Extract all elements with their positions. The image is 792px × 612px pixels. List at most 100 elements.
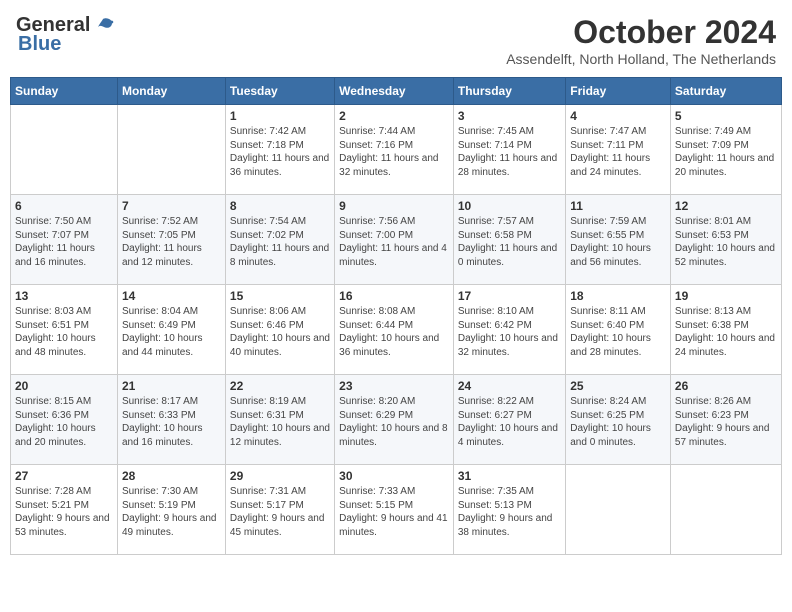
- day-info: Sunrise: 8:06 AMSunset: 6:46 PMDaylight:…: [230, 305, 330, 359]
- daylight-text: Daylight: 11 hours and 28 minutes.: [458, 152, 561, 179]
- sunrise-text: Sunrise: 7:49 AM: [675, 125, 777, 139]
- day-info: Sunrise: 8:20 AMSunset: 6:29 PMDaylight:…: [339, 395, 449, 449]
- daylight-text: Daylight: 9 hours and 57 minutes.: [675, 422, 777, 449]
- calendar-cell: 28 Sunrise: 7:30 AMSunset: 5:19 PMDayligh…: [117, 465, 225, 555]
- sunrise-text: Sunrise: 8:01 AM: [675, 215, 777, 229]
- day-info: Sunrise: 7:52 AMSunset: 7:05 PMDaylight:…: [122, 215, 221, 269]
- sunrise-text: Sunrise: 7:45 AM: [458, 125, 561, 139]
- day-header-friday: Friday: [566, 78, 671, 105]
- sunset-text: Sunset: 7:07 PM: [15, 229, 113, 243]
- day-info: Sunrise: 7:35 AMSunset: 5:13 PMDaylight:…: [458, 485, 561, 539]
- daylight-text: Daylight: 10 hours and 0 minutes.: [570, 422, 666, 449]
- sunrise-text: Sunrise: 8:22 AM: [458, 395, 561, 409]
- sunset-text: Sunset: 6:46 PM: [230, 319, 330, 333]
- day-number: 14: [122, 289, 221, 303]
- sunrise-text: Sunrise: 7:59 AM: [570, 215, 666, 229]
- day-number: 28: [122, 469, 221, 483]
- sunrise-text: Sunrise: 8:20 AM: [339, 395, 449, 409]
- sunrise-text: Sunrise: 8:17 AM: [122, 395, 221, 409]
- sunrise-text: Sunrise: 7:50 AM: [15, 215, 113, 229]
- calendar-cell: 18Sunrise: 8:11 AMSunset: 6:40 PMDayligh…: [566, 285, 671, 375]
- calendar-cell: 22Sunrise: 8:19 AMSunset: 6:31 PMDayligh…: [225, 375, 334, 465]
- day-number: 12: [675, 199, 777, 213]
- sunset-text: Sunset: 6:55 PM: [570, 229, 666, 243]
- sunrise-text: Sunrise: 7:30 AM: [122, 485, 221, 499]
- daylight-text: Daylight: 11 hours and 20 minutes.: [675, 152, 777, 179]
- daylight-text: Daylight: 10 hours and 48 minutes.: [15, 332, 113, 359]
- sunrise-text: Sunrise: 7:47 AM: [570, 125, 666, 139]
- daylight-text: Daylight: 10 hours and 32 minutes.: [458, 332, 561, 359]
- sunset-text: Sunset: 7:00 PM: [339, 229, 449, 243]
- day-number: 30: [339, 469, 449, 483]
- day-number: 6: [15, 199, 113, 213]
- sunrise-text: Sunrise: 7:42 AM: [230, 125, 330, 139]
- calendar-cell: 13Sunrise: 8:03 AMSunset: 6:51 PMDayligh…: [11, 285, 118, 375]
- day-number: 2: [339, 109, 449, 123]
- sunset-text: Sunset: 5:13 PM: [458, 499, 561, 513]
- day-info: Sunrise: 8:10 AMSunset: 6:42 PMDaylight:…: [458, 305, 561, 359]
- sunrise-text: Sunrise: 7:54 AM: [230, 215, 330, 229]
- day-header-saturday: Saturday: [670, 78, 781, 105]
- day-info: Sunrise: 8:04 AMSunset: 6:49 PMDaylight:…: [122, 305, 221, 359]
- day-info: Sunrise: 8:01 AMSunset: 6:53 PMDaylight:…: [675, 215, 777, 269]
- daylight-text: Daylight: 10 hours and 24 minutes.: [675, 332, 777, 359]
- day-number: 25: [570, 379, 666, 393]
- day-info: Sunrise: 8:17 AMSunset: 6:33 PMDaylight:…: [122, 395, 221, 449]
- logo-bird-icon: [92, 15, 114, 37]
- day-number: 29: [230, 469, 330, 483]
- calendar-cell: 20 Sunrise: 8:15 AMSunset: 6:36 PMDayligh…: [11, 375, 118, 465]
- day-number: 20: [15, 379, 113, 393]
- calendar-cell: 11Sunrise: 7:59 AMSunset: 6:55 PMDayligh…: [566, 195, 671, 285]
- sunset-text: Sunset: 7:02 PM: [230, 229, 330, 243]
- sunrise-text: Sunrise: 7:57 AM: [458, 215, 561, 229]
- calendar-cell: 19Sunrise: 8:13 AMSunset: 6:38 PMDayligh…: [670, 285, 781, 375]
- day-info: Sunrise: 7:56 AMSunset: 7:00 PMDaylight:…: [339, 215, 449, 269]
- calendar-cell: 6Sunrise: 7:50 AMSunset: 7:07 PMDaylight…: [11, 195, 118, 285]
- calendar-week-row: 20 Sunrise: 8:15 AMSunset: 6:36 PMDayligh…: [11, 375, 782, 465]
- daylight-text: Daylight: 11 hours and 12 minutes.: [122, 242, 221, 269]
- sunset-text: Sunset: 6:44 PM: [339, 319, 449, 333]
- day-info: Sunrise: 7:30 AMSunset: 5:19 PMDaylight:…: [122, 485, 221, 539]
- day-number: 19: [675, 289, 777, 303]
- sunrise-text: Sunrise: 8:10 AM: [458, 305, 561, 319]
- sunrise-text: Sunrise: 8:04 AM: [122, 305, 221, 319]
- sunset-text: Sunset: 6:25 PM: [570, 409, 666, 423]
- calendar-cell: 1Sunrise: 7:42 AMSunset: 7:18 PMDaylight…: [225, 105, 334, 195]
- day-number: 15: [230, 289, 330, 303]
- sunrise-text: Sunrise: 7:56 AM: [339, 215, 449, 229]
- calendar-week-row: 6 Sunrise: 7:50 AMSunset: 7:07 PM Daylight…: [11, 195, 782, 285]
- sunrise-text: Sunrise: 8:24 AM: [570, 395, 666, 409]
- daylight-text: Daylight: 11 hours and 4 minutes.: [339, 242, 449, 269]
- day-info: Sunrise: 8:11 AMSunset: 6:40 PMDaylight:…: [570, 305, 666, 359]
- sunset-text: Sunset: 6:58 PM: [458, 229, 561, 243]
- day-info: Sunrise: 8:26 AMSunset: 6:23 PMDaylight:…: [675, 395, 777, 449]
- sunset-text: Sunset: 6:27 PM: [458, 409, 561, 423]
- sunrise-text: Sunrise: 8:13 AM: [675, 305, 777, 319]
- calendar-cell: 16Sunrise: 8:08 AMSunset: 6:44 PMDayligh…: [335, 285, 454, 375]
- day-info: Sunrise: 8:15 AMSunset: 6:36 PMDaylight:…: [15, 395, 113, 449]
- page-header: General Blue October 2024 Assendelft, No…: [10, 10, 782, 71]
- daylight-text: Daylight: 10 hours and 20 minutes.: [15, 422, 113, 449]
- calendar-cell: 26Sunrise: 8:26 AMSunset: 6:23 PMDayligh…: [670, 375, 781, 465]
- day-info: Sunrise: 7:59 AMSunset: 6:55 PMDaylight:…: [570, 215, 666, 269]
- sunset-text: Sunset: 7:14 PM: [458, 139, 561, 153]
- sunset-text: Sunset: 6:53 PM: [675, 229, 777, 243]
- calendar-header-row: SundayMondayTuesdayWednesdayThursdayFrid…: [11, 78, 782, 105]
- sunrise-text: Sunrise: 8:08 AM: [339, 305, 449, 319]
- day-header-monday: Monday: [117, 78, 225, 105]
- calendar-table: SundayMondayTuesdayWednesdayThursdayFrid…: [10, 77, 782, 555]
- daylight-text: Daylight: 10 hours and 12 minutes.: [230, 422, 330, 449]
- sunset-text: Sunset: 6:36 PM: [15, 409, 113, 423]
- sunrise-text: Sunrise: 8:26 AM: [675, 395, 777, 409]
- sunset-text: Sunset: 7:18 PM: [230, 139, 330, 153]
- day-number: 13: [15, 289, 113, 303]
- day-number: 3: [458, 109, 561, 123]
- sunset-text: Sunset: 7:05 PM: [122, 229, 221, 243]
- day-number: 21: [122, 379, 221, 393]
- day-info: Sunrise: 7:44 AMSunset: 7:16 PMDaylight:…: [339, 125, 449, 179]
- day-number: 5: [675, 109, 777, 123]
- sunrise-text: Sunrise: 8:06 AM: [230, 305, 330, 319]
- calendar-cell: 14 Sunrise: 8:04 AMSunset: 6:49 PMDayligh…: [117, 285, 225, 375]
- day-number: 8: [230, 199, 330, 213]
- day-info: Sunrise: 7:42 AMSunset: 7:18 PMDaylight:…: [230, 125, 330, 179]
